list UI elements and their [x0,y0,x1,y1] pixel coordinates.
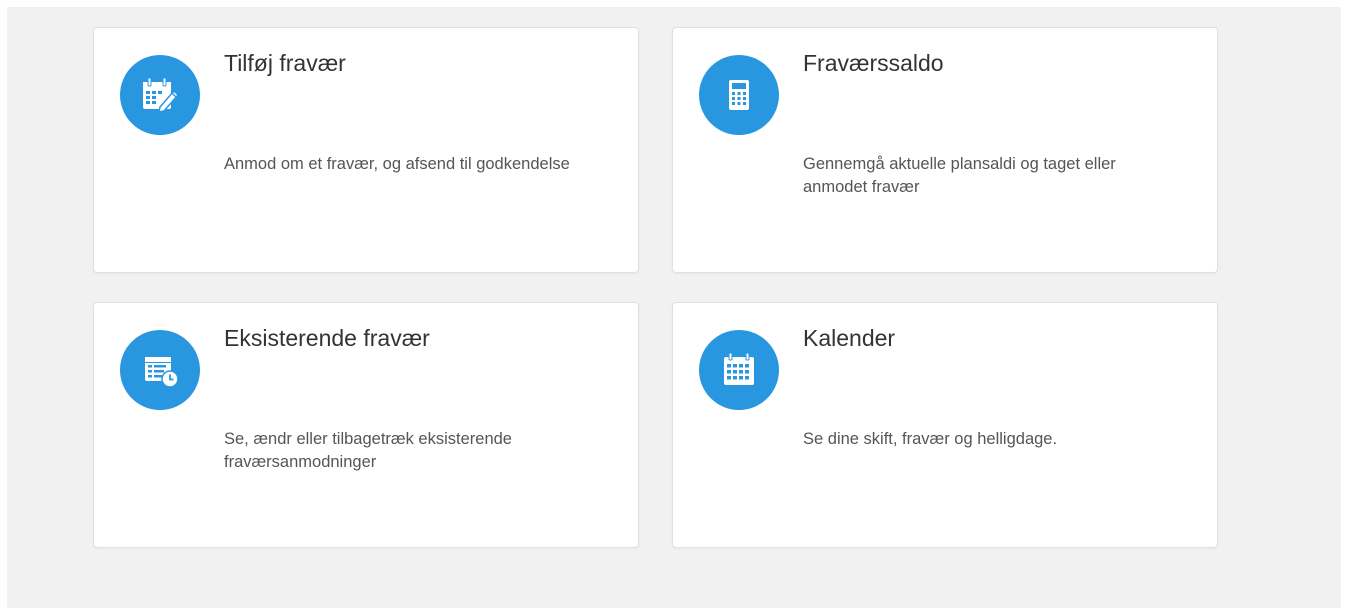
card-description: Gennemgå aktuelle plansaldi og taget ell… [803,155,1116,196]
card-title: Eksisterende fravær [224,325,430,351]
card-description: Anmod om et fravær, og afsend til godken… [224,155,570,173]
card-title: Kalender [803,325,896,351]
calendar-icon [699,330,779,410]
card-calendar[interactable]: Kalender Se dine skift, fravær og hellig… [672,302,1218,548]
card-title: Tilføj fravær [224,50,346,76]
card-description: Se, ændr eller tilbagetræk eksisterende … [224,430,512,471]
card-absence-balance[interactable]: Fraværssaldo Gennemgå aktuelle plansaldi… [672,27,1218,273]
card-add-absence[interactable]: Tilføj fravær Anmod om et fravær, og afs… [93,27,639,273]
card-description: Se dine skift, fravær og helligdage. [803,430,1058,448]
calculator-icon [699,55,779,135]
card-existing-absence[interactable]: Eksisterende fravær Se, ændr eller tilba… [93,302,639,548]
card-title: Fraværssaldo [803,50,944,76]
list-clock-icon [120,330,200,410]
calendar-edit-icon [120,55,200,135]
